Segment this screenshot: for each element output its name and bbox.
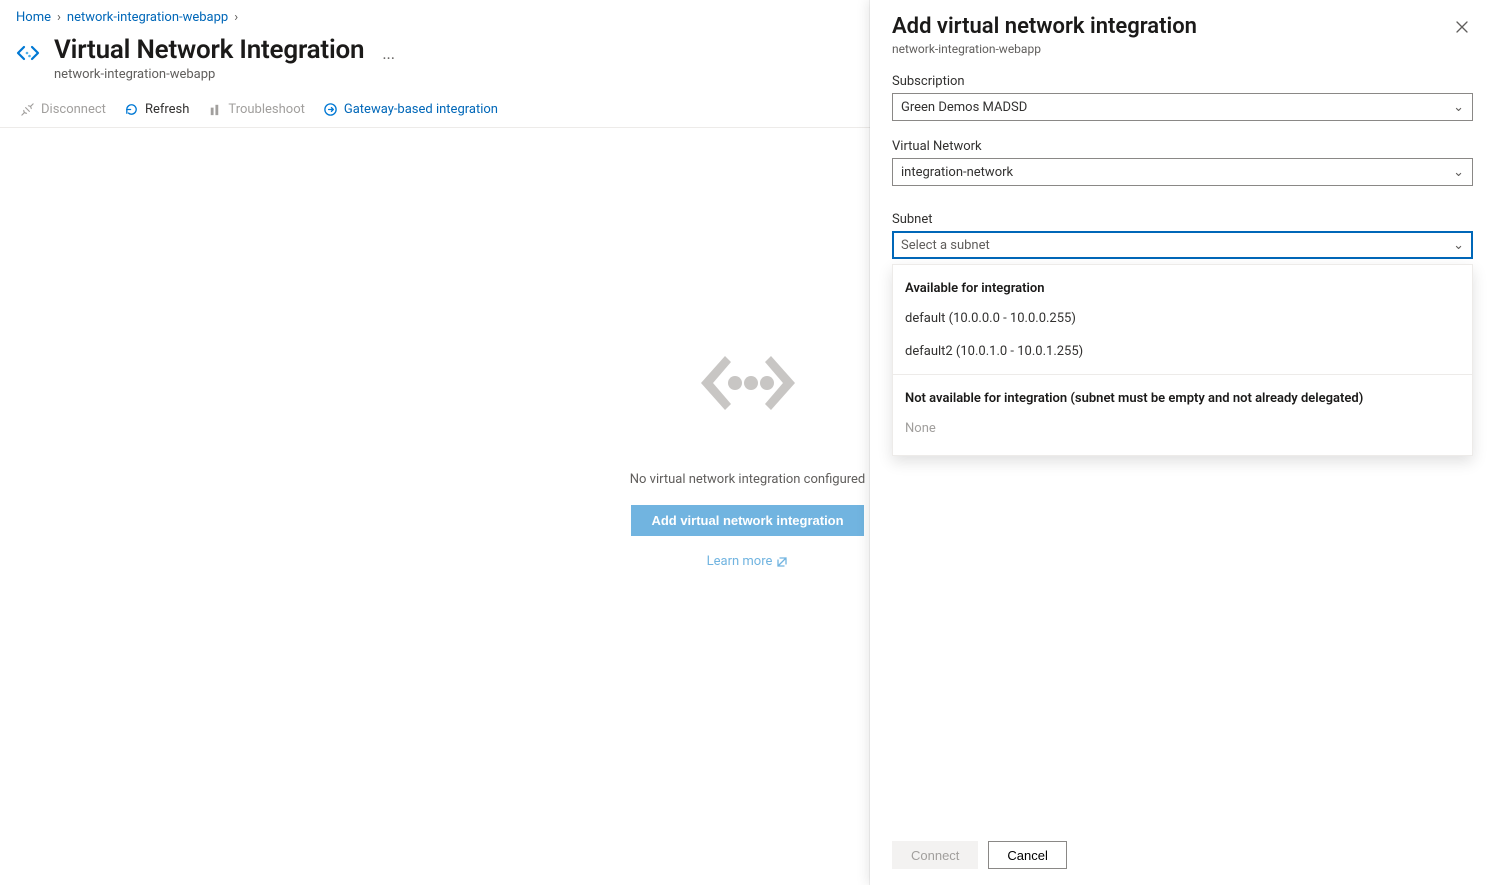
disconnect-label: Disconnect [41,102,106,117]
add-vnet-integration-button[interactable]: Add virtual network integration [631,505,863,536]
subnet-select[interactable]: Select a subnet ⌄ [892,231,1473,259]
subscription-label: Subscription [892,74,1473,89]
page-title: Virtual Network Integration [54,35,364,65]
vnet-value: integration-network [901,165,1013,180]
page-subtitle: network-integration-webapp [54,67,364,82]
panel-title: Add virtual network integration [892,14,1197,39]
subscription-field: Subscription Green Demos MADSD ⌄ [892,74,1473,121]
subscription-value: Green Demos MADSD [901,100,1027,115]
learn-more-link[interactable]: Learn more [707,554,789,569]
chevron-down-icon: ⌄ [1453,238,1464,253]
vnet-integration-icon [14,39,42,67]
close-icon [1455,20,1469,34]
gateway-integration-button[interactable]: Gateway-based integration [323,102,498,117]
refresh-button[interactable]: Refresh [124,102,189,117]
refresh-label: Refresh [145,102,189,117]
chevron-down-icon: ⌄ [1453,165,1464,180]
cancel-button[interactable]: Cancel [988,841,1066,869]
chevron-right-icon: › [57,10,61,25]
close-panel-button[interactable] [1451,18,1473,40]
vnet-select[interactable]: integration-network ⌄ [892,158,1473,186]
subnet-field: Subnet Select a subnet ⌄ Available for i… [892,212,1473,259]
subnet-dropdown: Available for integration default (10.0.… [892,264,1473,456]
subscription-select[interactable]: Green Demos MADSD ⌄ [892,93,1473,121]
more-actions-button[interactable]: ··· [376,45,401,72]
subnet-placeholder: Select a subnet [901,238,990,253]
vnet-empty-icon [673,338,823,432]
empty-message: No virtual network integration configure… [630,472,866,487]
subnet-option-default2[interactable]: default2 (10.0.1.0 - 10.0.1.255) [893,335,1472,368]
chevron-down-icon: ⌄ [1453,100,1464,115]
vnet-field: Virtual Network integration-network ⌄ [892,139,1473,186]
troubleshoot-label: Troubleshoot [228,102,304,117]
dropdown-group-unavailable: Not available for integration (subnet mu… [893,381,1472,412]
panel-subtitle: network-integration-webapp [892,42,1197,56]
panel-footer: Connect Cancel [870,829,1495,885]
gateway-integration-label: Gateway-based integration [344,102,498,117]
subnet-label: Subnet [892,212,1473,227]
vnet-label: Virtual Network [892,139,1473,154]
learn-more-label: Learn more [707,554,773,569]
external-link-icon [776,556,788,568]
subnet-option-none: None [893,412,1472,445]
connect-button: Connect [892,841,978,869]
disconnect-button: Disconnect [20,102,106,117]
breadcrumb-home[interactable]: Home [16,10,51,25]
troubleshoot-button: Troubleshoot [207,102,304,117]
breadcrumb-resource[interactable]: network-integration-webapp [67,10,228,25]
dropdown-divider [893,374,1472,375]
chevron-right-icon: › [234,10,238,25]
subnet-option-default[interactable]: default (10.0.0.0 - 10.0.0.255) [893,302,1472,335]
add-vnet-panel: Add virtual network integration network-… [870,0,1495,885]
dropdown-group-available: Available for integration [893,271,1472,302]
